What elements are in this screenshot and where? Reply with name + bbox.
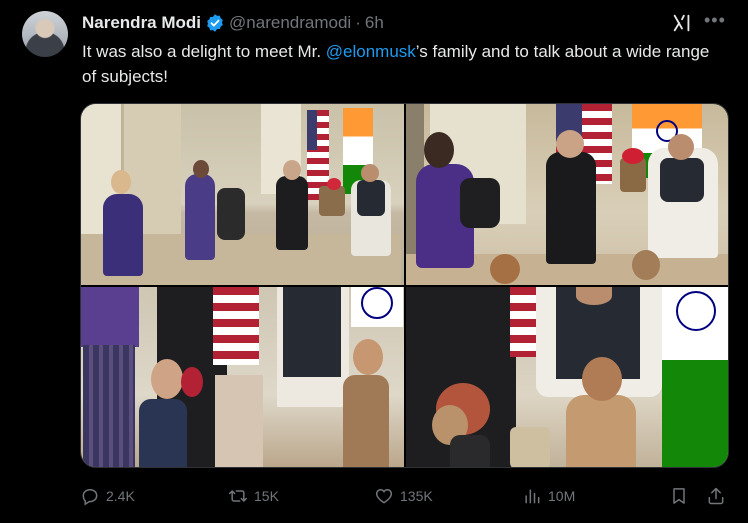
views-icon [525, 489, 540, 504]
more-icon[interactable]: ••• [704, 10, 726, 31]
avatar[interactable] [22, 11, 68, 57]
like-icon [375, 488, 393, 504]
tweet-header: Narendra Modi @narendramodi · 6h [82, 12, 384, 34]
like-button[interactable]: 135K [374, 482, 433, 510]
tweet-text-start: It was also a delight to meet Mr. [82, 42, 326, 61]
photo-2[interactable] [405, 104, 728, 285]
views-button[interactable]: 10M [522, 482, 575, 510]
author-name[interactable]: Narendra Modi [82, 13, 201, 33]
bookmark-button[interactable] [669, 482, 689, 510]
views-count: 10M [548, 488, 576, 504]
grok-icon[interactable] [671, 12, 693, 34]
photo-3[interactable] [81, 286, 404, 467]
photo-4[interactable] [405, 286, 728, 467]
like-count: 135K [400, 488, 433, 504]
share-icon [708, 487, 724, 505]
share-button[interactable] [706, 482, 726, 510]
tweet[interactable]: Narendra Modi @narendramodi · 6h ••• It … [0, 0, 748, 523]
tweet-text: It was also a delight to meet Mr. @elonm… [82, 39, 722, 89]
repost-icon [228, 490, 248, 502]
reply-count: 2.4K [106, 488, 135, 504]
repost-count: 15K [254, 488, 279, 504]
reply-icon [82, 489, 98, 506]
author-handle[interactable]: @narendramodi [229, 13, 351, 33]
separator-dot: · [355, 13, 361, 32]
mention-link[interactable]: @elonmusk [326, 42, 416, 61]
verified-badge-icon [207, 14, 223, 32]
timestamp[interactable]: 6h [365, 13, 384, 33]
photo-1[interactable] [81, 104, 404, 285]
repost-button[interactable]: 15K [228, 482, 279, 510]
action-bar: 2.4K 15K 135K 10M [80, 482, 730, 510]
reply-button[interactable]: 2.4K [80, 482, 135, 510]
bookmark-icon [673, 488, 685, 504]
media-grid [80, 103, 729, 468]
